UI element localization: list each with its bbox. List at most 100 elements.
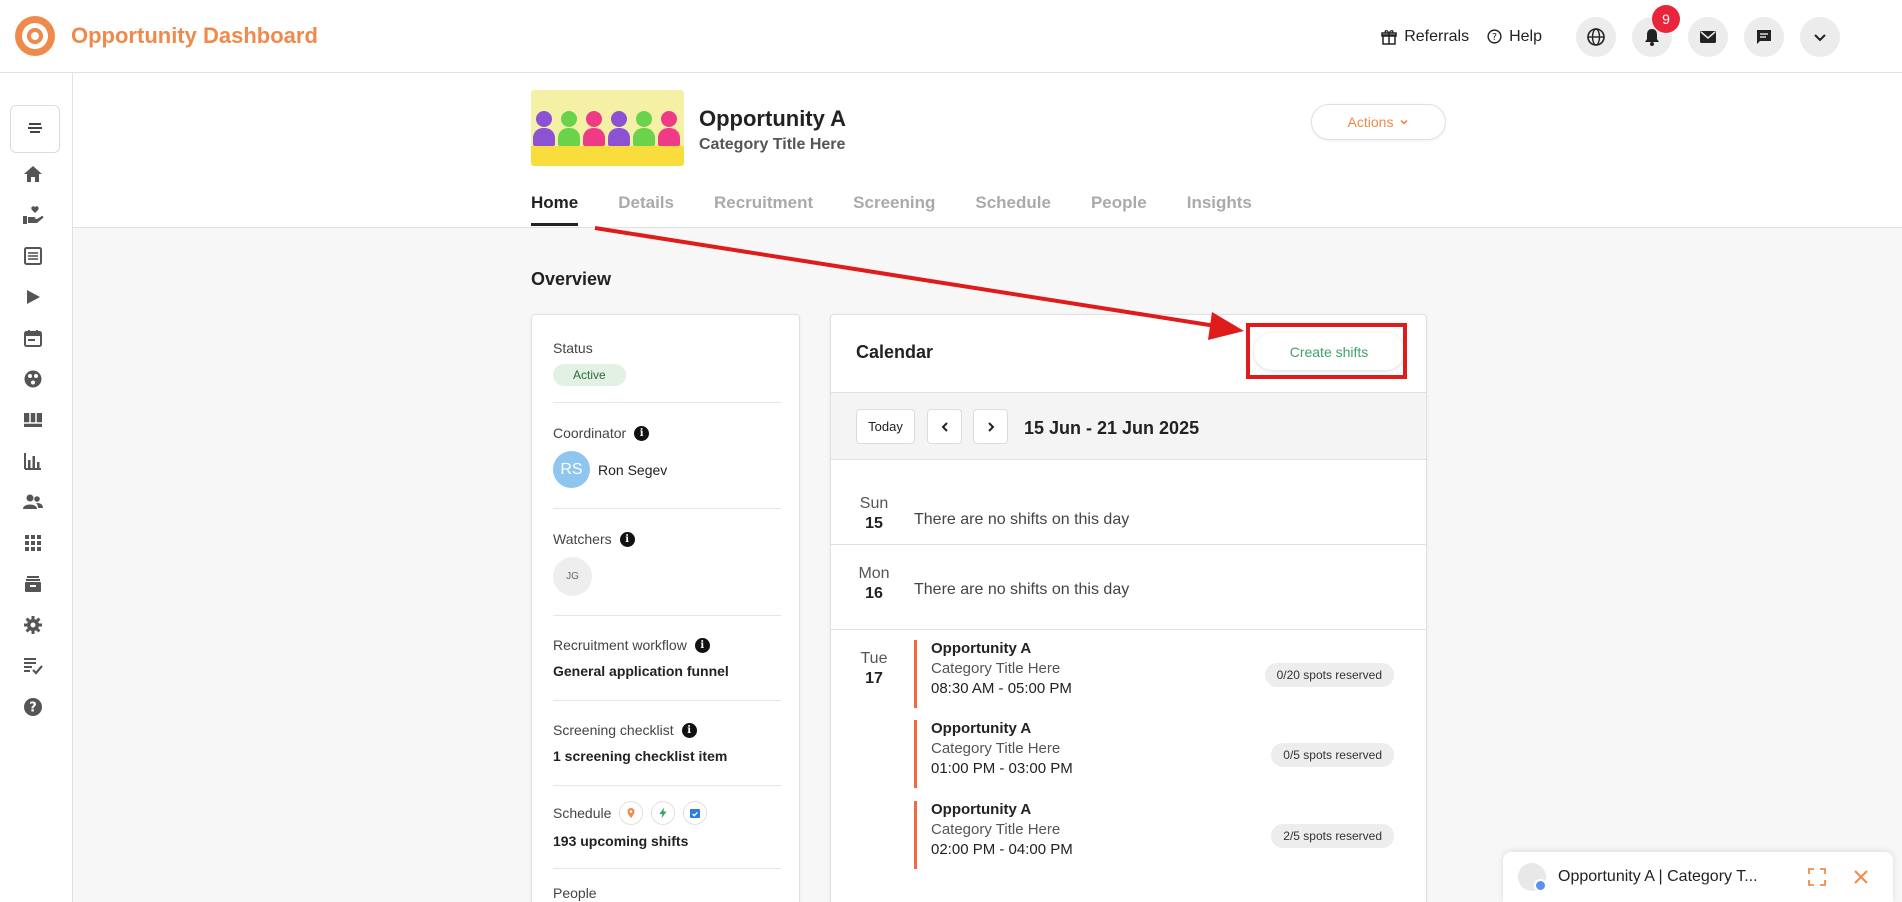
sidebar-item-checklist[interactable] [22, 655, 44, 677]
notifications-button[interactable]: 9 [1632, 4, 1680, 57]
gear-icon [24, 616, 42, 634]
shift-title: Opportunity A [931, 640, 1032, 657]
help-circle-icon: ? [1487, 29, 1502, 44]
date-range: 15 Jun - 21 Jun 2025 [1024, 418, 1200, 438]
account-menu-button[interactable] [1800, 16, 1840, 57]
tab-insights[interactable]: Insights [1187, 193, 1252, 226]
coordinator-field: Coordinator i RS Ron Segev [553, 425, 781, 488]
day-row: Mon 16 There are no shifts on this day [831, 545, 1426, 630]
schedule-label-row: Schedule [553, 801, 781, 825]
sidebar-logo-button[interactable] [10, 105, 60, 153]
close-icon[interactable] [1853, 869, 1869, 885]
workflow-field: Recruitment workflow i General applicati… [553, 637, 781, 679]
referrals-link[interactable]: Referrals [1381, 28, 1469, 46]
tab-schedule[interactable]: Schedule [975, 193, 1051, 226]
opportunity-tabs: Home Details Recruitment Screening Sched… [531, 193, 1292, 226]
apps-grid-icon [25, 535, 41, 551]
divider [553, 868, 781, 869]
messages-button[interactable] [1688, 16, 1728, 57]
svg-text:?: ? [1492, 32, 1497, 43]
brand[interactable]: Opportunity Dashboard [15, 16, 318, 56]
sidebar-item-board[interactable] [22, 409, 44, 431]
tab-recruitment[interactable]: Recruitment [714, 193, 813, 226]
tab-screening[interactable]: Screening [853, 193, 935, 226]
home-icon [24, 166, 42, 182]
people-label: People [553, 885, 597, 901]
sidebar-item-palette[interactable] [22, 368, 44, 390]
coordinator-name: Ron Segev [598, 461, 668, 478]
day-number: 15 [865, 515, 883, 532]
sidebar-item-apps[interactable] [22, 532, 44, 554]
help-label: Help [1509, 27, 1542, 45]
calendar-card: Calendar Create shifts Today 15 Jun - 21… [830, 314, 1427, 902]
opportunity-image [531, 90, 684, 166]
coordinator-row[interactable]: RS Ron Segev [553, 451, 781, 488]
annotation-highlight-box [1246, 323, 1407, 379]
brand-logo-icon [15, 16, 55, 56]
board-icon [24, 413, 42, 427]
sidebar-item-people[interactable] [22, 491, 44, 513]
sidebar-item-home[interactable] [22, 163, 44, 185]
list-icon [24, 247, 42, 265]
shift-item[interactable]: Opportunity A Category Title Here 02:00 … [914, 801, 1394, 869]
day-number: 17 [865, 670, 883, 687]
org-logo-icon [28, 123, 42, 133]
schedule-value: 193 upcoming shifts [553, 833, 689, 849]
status-label: Status [553, 340, 593, 356]
day-number: 16 [865, 585, 883, 602]
sidebar-item-calendar[interactable] [22, 327, 44, 349]
sidebar-item-inbox[interactable] [22, 573, 44, 595]
hand-heart-icon [23, 206, 44, 224]
calendar-icon [24, 330, 42, 347]
language-button[interactable] [1576, 16, 1616, 57]
divider [553, 402, 781, 403]
info-icon[interactable]: i [634, 425, 650, 441]
watchers-label: Watchers [553, 531, 612, 547]
tab-people[interactable]: People [1091, 193, 1147, 226]
no-shifts-message: There are no shifts on this day [914, 511, 1130, 528]
today-button[interactable]: Today [856, 409, 915, 444]
help-icon: ? [24, 698, 42, 716]
sidebar-item-volunteer[interactable] [22, 204, 44, 226]
checklist-value: 1 screening checklist item [553, 748, 728, 764]
watchers-label-row: Watchers i [553, 531, 781, 547]
help-link[interactable]: ? Help [1487, 28, 1542, 46]
top-right-controls: Referrals ? Help 9 [1381, 0, 1840, 73]
chat-button[interactable] [1744, 16, 1784, 57]
info-icon[interactable]: i [619, 531, 635, 547]
shift-item[interactable]: Opportunity A Category Title Here 08:30 … [914, 640, 1394, 708]
coordinator-label: Coordinator [553, 425, 627, 441]
watchers-field: Watchers i JG [553, 531, 781, 596]
chevron-left-icon [941, 421, 948, 432]
no-shifts-message: There are no shifts on this day [914, 581, 1130, 598]
people-icon [23, 494, 43, 509]
actions-label: Actions [1347, 114, 1394, 130]
previous-week-button[interactable] [927, 409, 962, 444]
sidebar-item-reports[interactable] [22, 450, 44, 472]
actions-dropdown-button[interactable]: Actions [1311, 104, 1446, 140]
chevron-right-icon [987, 421, 994, 432]
globe-icon [1587, 27, 1605, 46]
next-week-button[interactable] [973, 409, 1008, 444]
tab-home[interactable]: Home [531, 193, 579, 226]
tab-details[interactable]: Details [618, 193, 674, 226]
sidebar: ? [0, 73, 73, 902]
sidebar-item-settings[interactable] [22, 614, 44, 636]
shift-item[interactable]: Opportunity A Category Title Here 01:00 … [914, 720, 1394, 788]
palette-icon [24, 370, 42, 388]
expand-icon[interactable] [1808, 868, 1826, 886]
divider [553, 785, 781, 786]
status-badge: Active [553, 364, 626, 386]
calendar-check-icon [683, 801, 708, 825]
day-label: Sun 15 [845, 495, 903, 533]
info-icon[interactable]: i [681, 722, 697, 738]
checklist-icon [24, 658, 43, 675]
sidebar-item-list[interactable] [22, 245, 44, 267]
sidebar-item-help[interactable]: ? [22, 696, 44, 718]
sidebar-item-media[interactable] [22, 286, 44, 308]
watcher-avatar[interactable]: JG [553, 557, 592, 596]
info-icon[interactable]: i [694, 637, 710, 653]
floating-chat-tab[interactable]: Opportunity A | Category T... [1503, 852, 1893, 902]
day-name: Tue [860, 650, 888, 667]
top-bar: Opportunity Dashboard Referrals ? Help 9 [0, 0, 1902, 73]
